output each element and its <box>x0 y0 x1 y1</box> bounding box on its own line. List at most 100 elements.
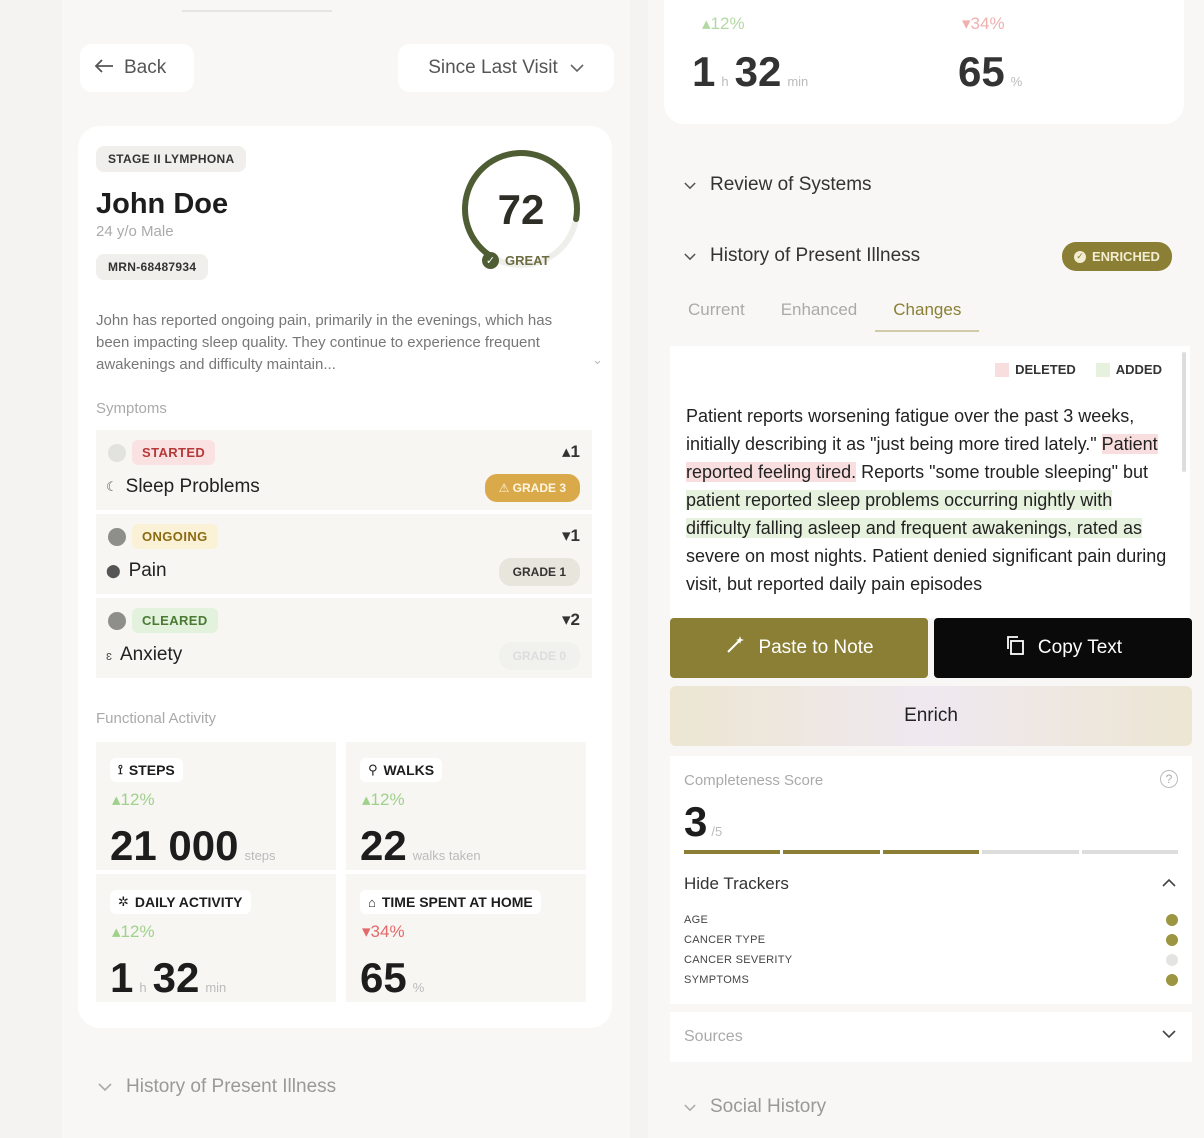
review-of-systems-header[interactable]: Review of Systems <box>684 174 872 196</box>
grade-badge: ⚠ GRADE 3 <box>484 474 580 502</box>
copy-text-button[interactable]: Copy Text <box>934 618 1192 678</box>
chevron-down-icon <box>98 1076 112 1098</box>
tab-changes[interactable]: Changes <box>875 290 980 332</box>
chevron-down-icon <box>684 1096 696 1118</box>
percent-unit: % <box>1010 74 1023 89</box>
back-button[interactable]: Back <box>80 44 194 92</box>
enrich-button[interactable]: Enrich <box>670 686 1192 746</box>
symptom-trend: ▴1 <box>562 442 580 461</box>
deleted-label: DELETED <box>1015 362 1076 377</box>
activity-value-row: 21 000 steps <box>110 822 276 870</box>
symptom-row[interactable]: ONGOING ▾1 ⬤ Pain GRADE 1 <box>96 514 592 594</box>
status-dot-icon <box>108 528 126 546</box>
activity-label: ⚲ WALKS <box>360 758 443 782</box>
patient-summary: John has reported ongoing pain, primaril… <box>96 312 553 373</box>
diff-legend: DELETED ADDED <box>995 362 1162 377</box>
completeness-bar <box>684 850 1179 854</box>
copy-label: Copy Text <box>1037 637 1123 658</box>
completeness-denominator: /5 <box>711 824 723 839</box>
check-circle-icon <box>1166 934 1178 946</box>
tracker-row: AGE <box>684 910 1178 930</box>
score-label: ✓ GREAT <box>482 252 550 269</box>
since-label: Since Last Visit <box>428 57 558 78</box>
added-swatch <box>1095 362 1110 377</box>
activity-label: ⟟ STEPS <box>110 758 183 782</box>
enriched-badge: ✓ ENRICHED <box>1062 242 1172 271</box>
chevron-down-icon <box>1162 1026 1176 1042</box>
activity-tile: ⚲ WALKS ▴12% 22 walks taken <box>346 742 586 870</box>
paste-to-note-button[interactable]: Paste to Note <box>670 618 928 678</box>
completeness-segment <box>1081 850 1179 854</box>
tracker-row: CANCER TYPE <box>684 930 1178 950</box>
completeness-segment <box>783 850 880 854</box>
tracker-name: SYMPTOMS <box>684 974 750 986</box>
ros-label: Review of Systems <box>710 174 872 195</box>
score-value: 72 <box>497 186 545 233</box>
deleted-swatch <box>995 362 1010 377</box>
history-present-illness-header[interactable]: History of Present Illness <box>684 245 920 267</box>
since-last-visit-dropdown[interactable]: Since Last Visit <box>398 44 614 92</box>
history-present-illness-collapsed[interactable]: History of Present Illness <box>98 1076 336 1098</box>
symptom-name: ☾ Sleep Problems <box>106 476 260 498</box>
activity-tile: ✲ DAILY ACTIVITY ▴12% 1 h 32 min <box>96 874 336 1002</box>
left-panel: Back Since Last Visit STAGE II LYMPHONA … <box>62 0 630 1138</box>
expand-summary-icon[interactable]: ⌄ <box>592 352 603 368</box>
activity-unit: min <box>205 980 227 995</box>
paste-label: Paste to Note <box>758 637 874 658</box>
chevron-down-icon <box>684 174 696 196</box>
activity-value-row: 65% <box>360 954 424 1002</box>
hours-unit: h <box>721 74 729 89</box>
completeness-score-card: Completeness Score ? 3/5 Hide Trackers A… <box>670 756 1192 1004</box>
status-dot-icon <box>108 612 126 630</box>
completeness-segment <box>982 850 1079 854</box>
help-icon[interactable]: ? <box>1160 770 1178 788</box>
activity-label-text: TIME SPENT AT HOME <box>381 894 533 910</box>
social-history-header[interactable]: Social History <box>684 1096 826 1118</box>
sources-label: Sources <box>684 1028 743 1045</box>
symptom-row[interactable]: STARTED ▴1 ☾ Sleep Problems ⚠ GRADE 3 <box>96 430 592 510</box>
symptom-status-badge: STARTED <box>132 440 216 465</box>
status-dot-icon <box>108 444 126 462</box>
activity-unit: steps <box>244 848 276 863</box>
value-hours: 1 <box>692 48 716 95</box>
symptom-trend: ▾2 <box>562 610 580 629</box>
hpi-label: History of Present Illness <box>710 245 921 266</box>
added-text: patient reported sleep problems occurrin… <box>686 490 1142 538</box>
stage-badge: STAGE II LYMPHONA <box>96 146 247 172</box>
check-icon: ✓ <box>482 252 499 269</box>
walking-icon: ⚲ <box>368 762 378 777</box>
hide-trackers-toggle[interactable]: Hide Trackers <box>684 874 789 894</box>
activity-tile: ⌂ TIME SPENT AT HOME ▾34% 65% <box>346 874 586 1002</box>
activity-value-row: 1 h 32 min <box>110 954 226 1002</box>
daily-activity-change: ▴12% <box>702 14 745 33</box>
symptom-trend: ▾1 <box>562 526 580 545</box>
activity-value: 22 <box>360 822 407 869</box>
right-panel: ▴12% ▾34% 1 h 32 min 65% Review of Systems … <box>648 0 1204 1138</box>
wave-icon: ɛ <box>106 647 112 663</box>
moon-icon: ☾ <box>106 479 118 494</box>
sources-section[interactable]: Sources <box>670 1012 1192 1062</box>
daily-activity-value: 1 h 32 min <box>692 48 808 96</box>
tracker-name: CANCER SEVERITY <box>684 954 793 966</box>
tracker-name: CANCER TYPE <box>684 934 766 946</box>
tab-current[interactable]: Current <box>670 290 763 332</box>
note-segment: Patient reports worsening fatigue over t… <box>686 406 1135 454</box>
footprints-icon: ⟟ <box>118 762 123 777</box>
note-segment: Reports "some trouble sleeping" but <box>856 462 1149 482</box>
check-circle-icon <box>1166 974 1178 986</box>
top-divider <box>182 10 332 12</box>
symptom-row[interactable]: CLEARED ▾2 ɛ Anxiety GRADE 0 <box>96 598 592 678</box>
enriched-label: ENRICHED <box>1092 249 1160 264</box>
note-text[interactable]: Patient reports worsening fatigue over t… <box>686 402 1170 598</box>
sparkle-icon: ✲ <box>118 894 129 909</box>
tracker-row: CANCER SEVERITY <box>684 950 1178 970</box>
patient-age-sex: 24 y/o Male <box>96 223 174 240</box>
note-scrollbar[interactable] <box>1182 352 1186 472</box>
time-home-value: 65% <box>958 48 1022 96</box>
activity-tile: ⟟ STEPS ▴12% 21 000 steps <box>96 742 336 870</box>
tab-enhanced[interactable]: Enhanced <box>763 290 876 332</box>
activity-label: ✲ DAILY ACTIVITY <box>110 890 251 914</box>
chevron-up-icon[interactable] <box>1162 874 1176 890</box>
mrn-badge: MRN-68487934 <box>96 254 209 280</box>
wand-icon <box>724 634 746 662</box>
